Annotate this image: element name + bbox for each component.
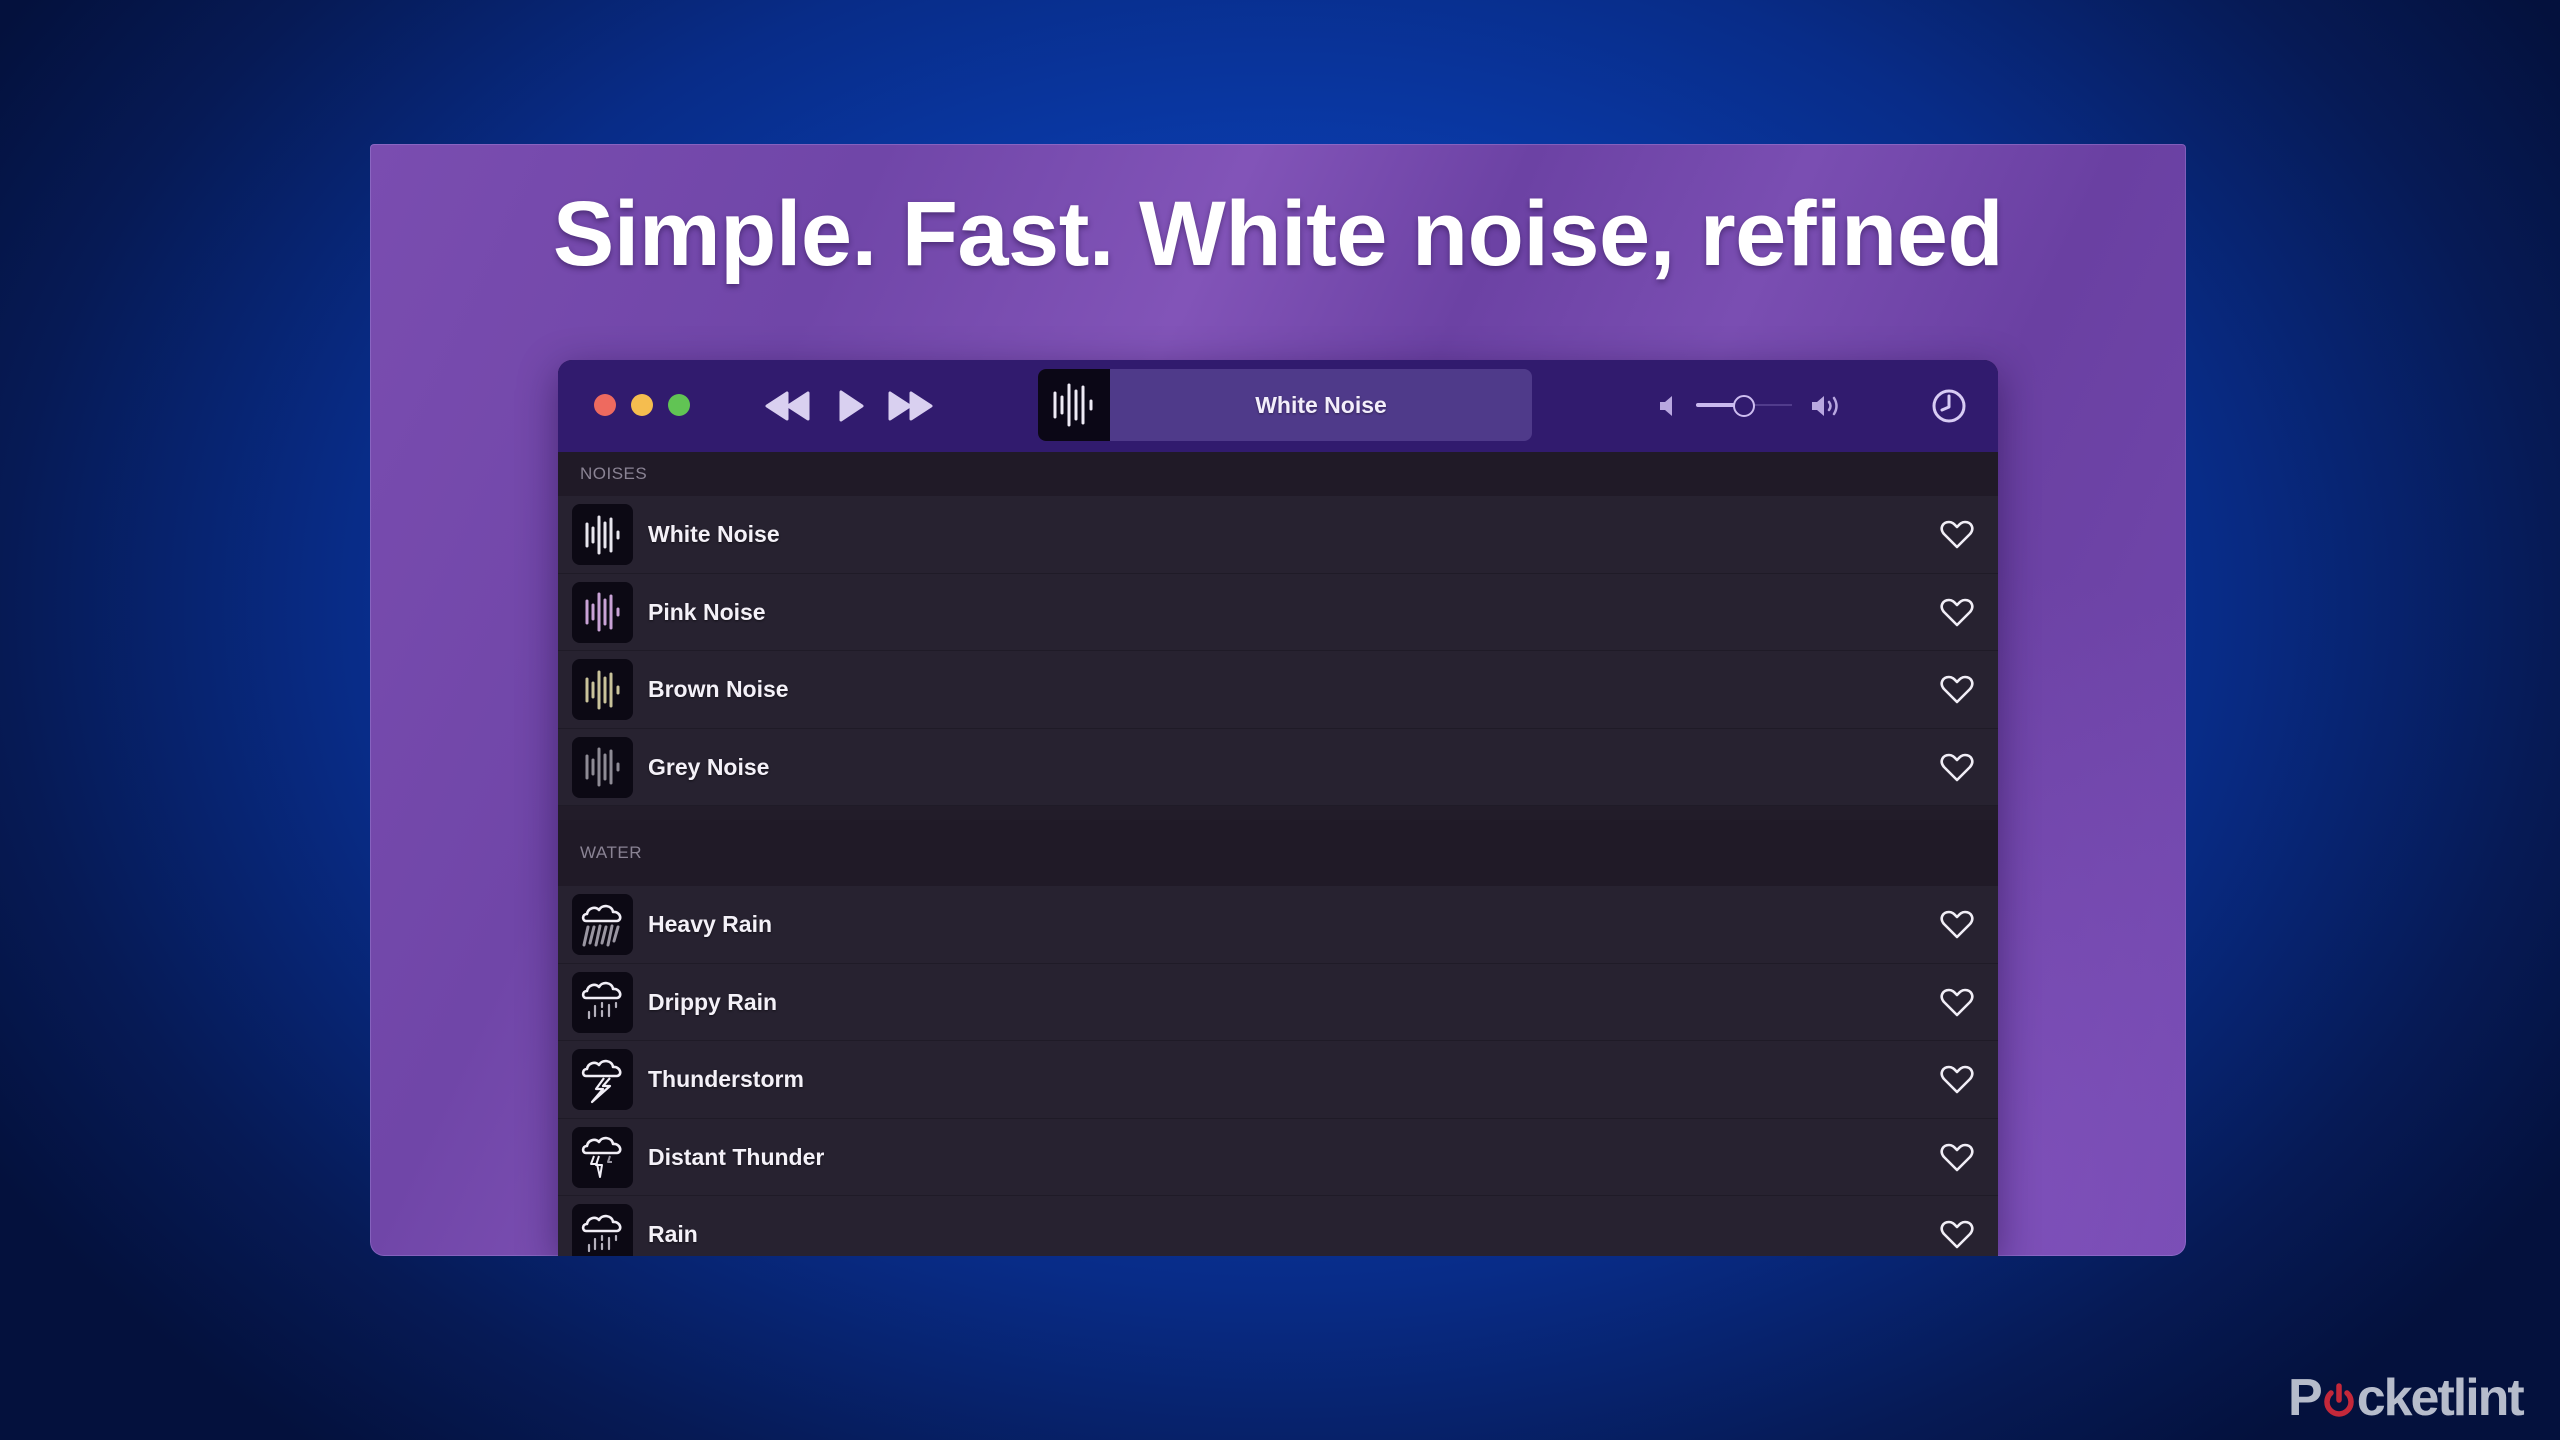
pocketlint-watermark: Pcketlint xyxy=(2288,1369,2525,1427)
speaker-low-icon xyxy=(1660,396,1672,416)
waveform-icon xyxy=(585,592,619,632)
list-item-label: Pink Noise xyxy=(648,598,766,625)
section-divider xyxy=(558,806,1998,820)
power-icon xyxy=(2321,1372,2357,1417)
list-item[interactable]: Distant Thunder xyxy=(558,1118,1998,1196)
play-button[interactable] xyxy=(834,386,868,426)
list-item[interactable]: Drippy Rain xyxy=(558,963,1998,1041)
heart-icon[interactable] xyxy=(1940,1143,1974,1173)
now-playing[interactable]: White Noise xyxy=(1038,369,1532,441)
distant-thunder-icon xyxy=(581,1136,621,1178)
list-item-icon xyxy=(572,736,633,798)
thunderstorm-icon xyxy=(581,1059,621,1103)
list-item-icon xyxy=(572,504,633,565)
drippy-rain-icon xyxy=(581,981,621,1020)
list-item[interactable]: Heavy Rain xyxy=(558,886,1998,964)
volume-slider[interactable] xyxy=(1696,390,1792,420)
volume-slider-thumb[interactable] xyxy=(1733,395,1755,417)
waveform-icon xyxy=(585,515,619,554)
heart-icon[interactable] xyxy=(1940,988,1974,1018)
list-item-icon xyxy=(572,1204,633,1256)
rain-icon xyxy=(581,1214,621,1252)
list-item[interactable]: White Noise xyxy=(558,496,1998,574)
heart-icon[interactable] xyxy=(1940,753,1974,783)
heart-icon[interactable] xyxy=(1940,1065,1974,1095)
titlebar: White Noise xyxy=(558,360,1998,452)
heart-icon[interactable] xyxy=(1940,675,1974,705)
list-item-icon xyxy=(572,894,633,955)
now-playing-title: White Noise xyxy=(1255,392,1387,418)
heavy-rain-icon xyxy=(581,904,621,946)
waveform-icon xyxy=(585,670,619,709)
list-item-label: Rain xyxy=(648,1221,698,1247)
list-item[interactable]: Thunderstorm xyxy=(558,1041,1998,1119)
list-item[interactable]: Brown Noise xyxy=(558,651,1998,729)
app-window: White Noise NOISES White Noise Pink Nois… xyxy=(558,360,1998,1256)
list-item-label: Thunderstorm xyxy=(648,1066,804,1092)
promo-frame: Simple. Fast. White noise, refined White… xyxy=(370,144,2186,1256)
heart-icon[interactable] xyxy=(1940,910,1974,940)
play-icon xyxy=(839,390,864,422)
list-item[interactable]: Grey Noise xyxy=(558,728,1998,806)
heart-icon[interactable] xyxy=(1940,1220,1974,1250)
close-window-button[interactable] xyxy=(594,394,616,416)
now-playing-art xyxy=(1038,369,1110,441)
rewind-icon xyxy=(765,391,810,421)
list-item[interactable]: Rain xyxy=(558,1196,1998,1256)
list-item-icon xyxy=(572,971,633,1033)
list-item-label: Heavy Rain xyxy=(648,911,773,937)
list-item-icon xyxy=(572,1049,633,1110)
section-header-noises: NOISES xyxy=(558,452,1998,496)
list-item-label: Brown Noise xyxy=(648,676,789,702)
list-item-label: Distant Thunder xyxy=(648,1143,825,1170)
speaker-high-icon xyxy=(1812,396,1838,416)
heart-icon[interactable] xyxy=(1940,598,1974,628)
waveform-icon xyxy=(1053,383,1093,427)
headline: Simple. Fast. White noise, refined xyxy=(552,183,2004,285)
list-item-icon xyxy=(572,1126,633,1188)
section-header-water: WATER xyxy=(558,820,1998,886)
fast-forward-button[interactable] xyxy=(886,386,934,426)
zoom-window-button[interactable] xyxy=(668,394,690,416)
fast-forward-icon xyxy=(888,391,933,421)
list-item-label: Drippy Rain xyxy=(648,988,778,1015)
list-item-icon xyxy=(572,581,633,643)
heart-icon[interactable] xyxy=(1940,520,1974,550)
list-item-label: Grey Noise xyxy=(648,753,770,780)
rewind-button[interactable] xyxy=(764,386,812,426)
waveform-icon xyxy=(585,747,619,787)
list-item-label: White Noise xyxy=(648,521,780,547)
sound-list: NOISES White Noise Pink Noise Brown Nois… xyxy=(558,452,1998,1256)
list-item[interactable]: Pink Noise xyxy=(558,573,1998,651)
clock-icon[interactable] xyxy=(1931,388,1967,424)
minimize-window-button[interactable] xyxy=(631,394,653,416)
list-item-icon xyxy=(572,659,633,720)
